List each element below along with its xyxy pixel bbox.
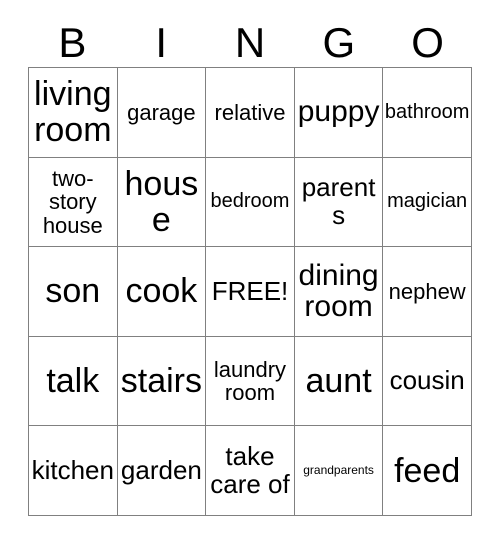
bingo-cell-label: garden	[120, 454, 202, 485]
bingo-row: talk stairs laundry room aunt cousin	[29, 336, 472, 427]
bingo-cell-label: grandparents	[303, 463, 374, 478]
bingo-cell-label: dining room	[298, 258, 379, 324]
bingo-cell[interactable]: garden	[117, 426, 207, 516]
header-letter-i: I	[155, 18, 168, 66]
bingo-cell[interactable]: cousin	[383, 336, 472, 427]
bingo-cell[interactable]: bathroom	[383, 68, 472, 158]
bingo-cell[interactable]: relative	[206, 68, 295, 158]
bingo-cell[interactable]: bedroom	[206, 157, 295, 248]
bingo-cell-label: son	[45, 272, 101, 311]
bingo-cell[interactable]: parents	[294, 157, 384, 248]
bingo-cell-label: cousin	[389, 365, 465, 396]
header-letter-g: G	[322, 18, 356, 66]
bingo-cell-label: bedroom	[210, 190, 290, 213]
bingo-cell-label: kitchen	[31, 454, 114, 485]
bingo-cell[interactable]: kitchen	[29, 426, 118, 516]
header-letter-n: N	[234, 18, 266, 66]
header-letter-b: B	[58, 18, 87, 66]
bingo-cell-label: living room	[34, 75, 112, 150]
bingo-cell-label: FREE!	[211, 275, 289, 306]
bingo-header-row: B I N G O	[28, 18, 472, 67]
bingo-card: B I N G O living room garage relative pu…	[0, 0, 500, 544]
bingo-cell-label: take care of	[210, 441, 290, 499]
bingo-row: son cook FREE! dining room nephew	[29, 247, 472, 337]
bingo-cell[interactable]: feed	[383, 426, 472, 516]
bingo-cell-label: two-story house	[42, 165, 103, 238]
bingo-cell-label: relative	[214, 99, 286, 125]
bingo-cell[interactable]: laundry room	[206, 336, 295, 427]
bingo-cell-label: stairs	[120, 362, 202, 401]
bingo-cell-label: parents	[301, 172, 376, 230]
bingo-cell[interactable]: cook	[117, 247, 207, 337]
bingo-grid: living room garage relative puppy bathro…	[28, 67, 472, 516]
bingo-cell[interactable]: living room	[29, 68, 118, 158]
bingo-row: kitchen garden take care of grandparents…	[29, 426, 472, 516]
bingo-cell[interactable]: stairs	[117, 336, 207, 427]
bingo-cell[interactable]: magician	[383, 157, 472, 248]
bingo-cell-label: garage	[127, 99, 196, 125]
bingo-cell-label: cook	[125, 272, 198, 311]
bingo-cell[interactable]: talk	[29, 336, 118, 427]
bingo-cell[interactable]: house	[117, 157, 207, 248]
bingo-cell[interactable]: nephew	[383, 247, 472, 337]
bingo-cell-label: puppy	[297, 95, 380, 129]
bingo-cell[interactable]: son	[29, 247, 118, 337]
bingo-cell-label: house	[124, 164, 199, 239]
bingo-cell[interactable]: puppy	[294, 68, 384, 158]
bingo-cell[interactable]: garage	[117, 68, 207, 158]
bingo-cell-label: feed	[394, 451, 461, 490]
bingo-cell[interactable]: aunt	[294, 336, 384, 427]
bingo-cell-label: magician	[387, 190, 468, 213]
header-letter-o: O	[411, 18, 444, 66]
bingo-cell-label: nephew	[388, 278, 466, 304]
bingo-cell[interactable]: dining room	[294, 247, 384, 337]
bingo-cell-label: bathroom	[384, 100, 470, 123]
bingo-cell-free[interactable]: FREE!	[206, 247, 295, 337]
bingo-row: two-story house house bedroom parents ma…	[29, 157, 472, 248]
bingo-cell[interactable]: grandparents	[294, 426, 384, 516]
bingo-cell-label: aunt	[305, 362, 372, 401]
bingo-cell[interactable]: two-story house	[29, 157, 118, 248]
bingo-row: living room garage relative puppy bathro…	[29, 68, 472, 158]
bingo-cell-label: talk	[46, 362, 100, 401]
bingo-cell-label: laundry room	[213, 356, 287, 406]
bingo-cell[interactable]: take care of	[206, 426, 295, 516]
